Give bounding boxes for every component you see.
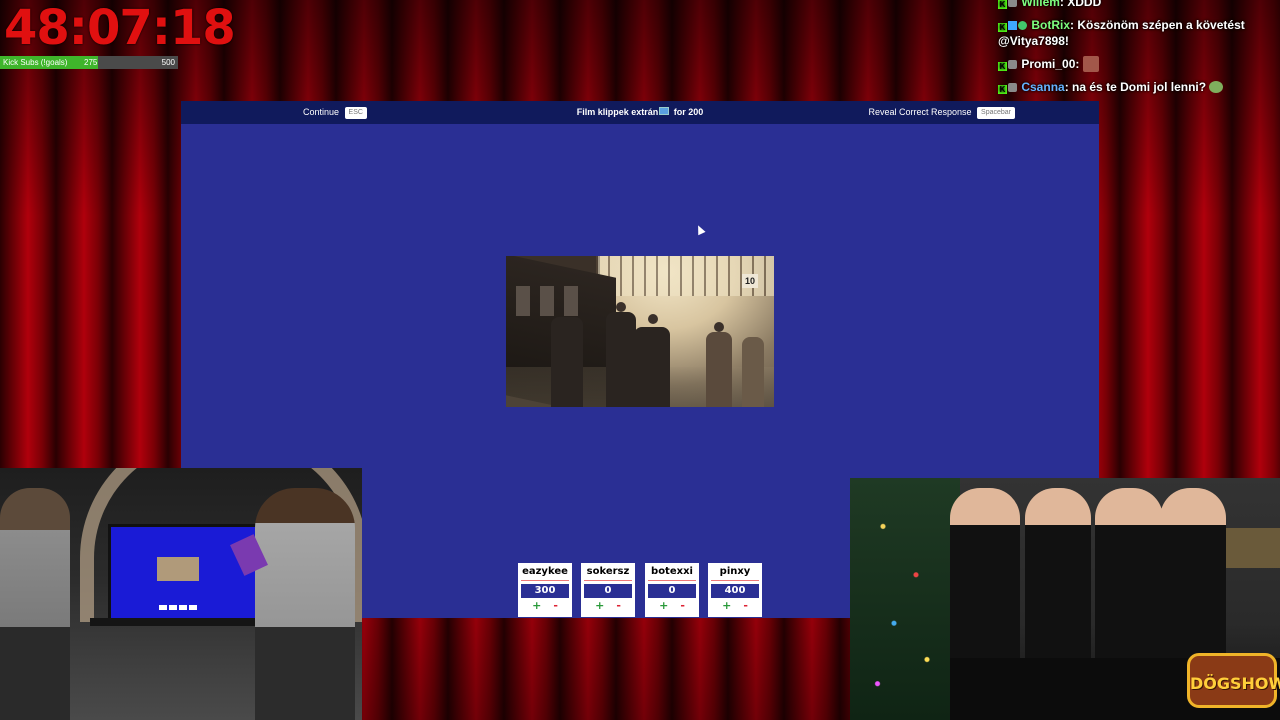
subs-goal-bar: Kick Subs (!goals) 275 500 (0, 56, 178, 69)
subtract-points-button[interactable]: - (553, 599, 558, 612)
kick-badge-icon: K (998, 85, 1007, 94)
platform-sign: 10 (742, 274, 758, 288)
chat-username: Promi_00 (1021, 57, 1076, 71)
chat-text: XDDD (1067, 0, 1102, 9)
dogshow-logo: DÖGSHOW (1187, 653, 1280, 708)
player-name: pinxy (719, 566, 751, 577)
chat-message: K Csanna: na és te Domi jol lenni? (998, 79, 1278, 95)
player-score: 0 (648, 584, 696, 598)
kick-badge-icon: K (998, 62, 1007, 71)
bot-badge-icon (1008, 21, 1017, 30)
subtract-points-button[interactable]: - (616, 599, 621, 612)
reveal-answer-button[interactable]: Reveal Correct Response Spacebar (868, 101, 1015, 124)
game-top-bar: Continue ESC Film klippek extrán for 200… (181, 101, 1099, 124)
subtract-points-button[interactable]: - (743, 599, 748, 612)
category-name: Film klippek extrán (576, 107, 659, 117)
player-score: 300 (521, 584, 569, 598)
timer-widget: 48:07:18 Kick Subs (!goals) 275 500 (0, 0, 236, 72)
subtract-points-button[interactable]: - (680, 599, 685, 612)
chat-message: K Willem: XDDD (998, 0, 1278, 10)
spacebar-key-hint: Spacebar (977, 106, 1015, 119)
member-badge-icon (1008, 60, 1017, 69)
player-score: 400 (711, 584, 759, 598)
player-card: pinxy 400 + - (708, 563, 762, 617)
member-badge-icon (1008, 83, 1017, 92)
countdown-timer: 48:07:18 (4, 0, 236, 56)
chat-overlay: K Willem: XDDD K BotRix: Köszönöm szépen… (998, 0, 1278, 102)
emote-icon (1082, 56, 1099, 72)
host-person (0, 488, 70, 720)
subs-goal-target: 500 (161, 58, 175, 67)
earth-emote-icon (1209, 81, 1224, 93)
player-name: sokersz (586, 566, 630, 577)
chat-text: na és te Domi jol lenni? (1072, 80, 1207, 94)
tv-screen (108, 524, 264, 622)
chat-username: Csanna (1021, 80, 1065, 94)
host-person (255, 488, 355, 720)
player-card: botexxi 0 + - (645, 563, 699, 617)
verified-badge-icon (1018, 21, 1027, 30)
kick-badge-icon: K (998, 23, 1007, 32)
subs-goal-label: Kick Subs (!goals) (3, 58, 68, 67)
question-value: for 200 (673, 107, 704, 117)
add-points-button[interactable]: + (659, 599, 668, 612)
chat-message: K BotRix: Köszönöm szépen a követést @Vi… (998, 18, 1245, 48)
subs-goal-current: 275 (84, 58, 98, 67)
category-emoji-icon (659, 107, 670, 115)
player-score: 0 (584, 584, 632, 598)
player-card: eazykee 300 + - (518, 563, 572, 617)
add-points-button[interactable]: + (532, 599, 541, 612)
member-badge-icon (1008, 0, 1017, 7)
add-points-button[interactable]: + (595, 599, 604, 612)
chat-username: BotRix (1031, 18, 1071, 32)
chat-username: Willem (1021, 0, 1060, 9)
player-name: botexxi (651, 566, 693, 577)
reveal-label: Reveal Correct Response (868, 107, 972, 117)
christmas-tree (850, 478, 960, 720)
webcam-hosts (0, 468, 362, 720)
player-card: sokersz 0 + - (581, 563, 635, 617)
kick-badge-icon: K (998, 0, 1007, 9)
chat-message: K Promi_00: (998, 56, 1278, 72)
add-points-button[interactable]: + (722, 599, 731, 612)
film-clip-video[interactable]: 10 (506, 256, 774, 407)
player-name: eazykee (522, 566, 568, 577)
